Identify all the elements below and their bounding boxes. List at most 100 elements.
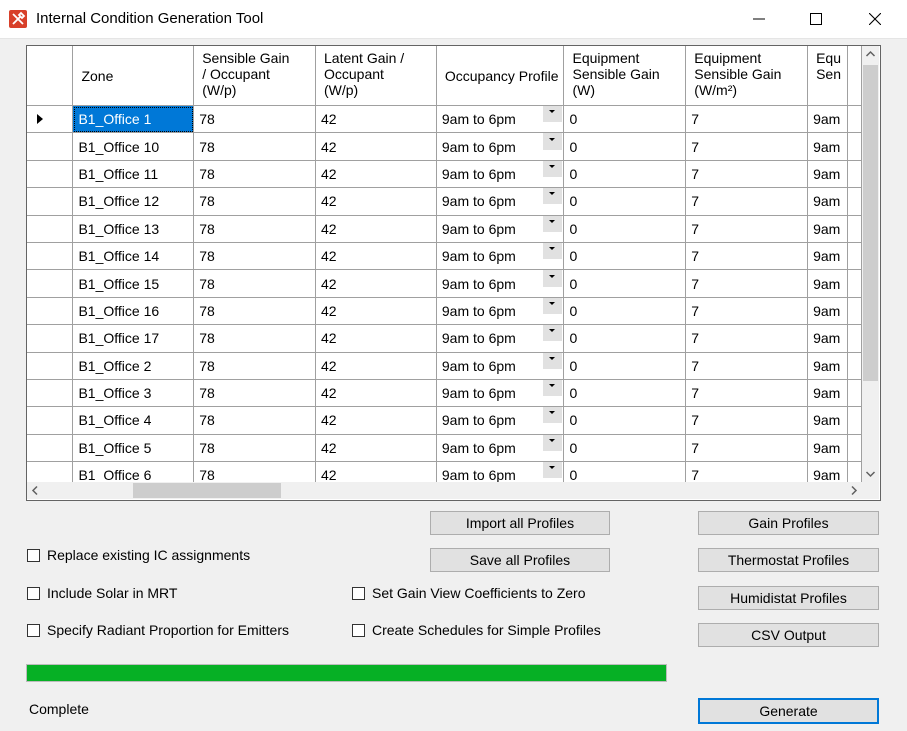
occupancy-profile-dropdown[interactable]: 9am to 6pm [442, 297, 563, 319]
cell-sensible[interactable]: 78 [193, 105, 316, 134]
scroll-right-icon[interactable] [845, 482, 862, 499]
occupancy-profile-dropdown[interactable]: 9am to 6pm [442, 379, 563, 401]
cell-sensible[interactable]: 78 [193, 187, 316, 216]
occupancy-profile-dropdown[interactable]: 9am to 6pm [442, 132, 563, 155]
checkbox-box[interactable] [27, 624, 40, 637]
cell-equip-wm2[interactable]: 7 [685, 242, 809, 271]
cell-equip-w[interactable]: 0 [563, 105, 687, 134]
generate-button[interactable]: Generate [698, 698, 879, 724]
cell-profile[interactable]: 9am to 6pm [436, 215, 565, 243]
cell-profile[interactable]: 9am to 6pm [436, 406, 565, 435]
row-header[interactable] [27, 352, 74, 380]
cell-profile[interactable]: 9am to 6pm [436, 352, 565, 380]
cell-equip-w[interactable]: 0 [563, 352, 687, 380]
chevron-down-icon[interactable] [543, 132, 563, 150]
table-row[interactable]: B1_Office 15 78 42 9am to 6pm 0 7 9am [27, 269, 862, 298]
vertical-scrollbar[interactable] [862, 46, 879, 482]
cell-next[interactable]: 9am [807, 242, 848, 271]
cell-equip-w[interactable]: 0 [563, 187, 687, 216]
cell-zone[interactable]: B1_Office 5 [72, 434, 195, 463]
import-all-profiles-button[interactable]: Import all Profiles [430, 511, 610, 535]
cell-sensible[interactable]: 78 [193, 434, 316, 463]
cell-latent[interactable]: 42 [315, 187, 437, 216]
cell-profile[interactable]: 9am to 6pm [436, 132, 565, 161]
occupancy-profile-dropdown[interactable]: 9am to 6pm [442, 242, 563, 264]
table-row[interactable]: B1_Office 12 78 42 9am to 6pm 0 7 9am [27, 187, 862, 216]
table-row[interactable]: B1_Office 17 78 42 9am to 6pm 0 7 9am [27, 324, 862, 353]
gain-profiles-button[interactable]: Gain Profiles [698, 511, 879, 535]
table-row[interactable]: B1_Office 4 78 42 9am to 6pm 0 7 9am [27, 406, 862, 435]
occupancy-profile-dropdown[interactable]: 9am to 6pm [442, 324, 563, 346]
cell-profile[interactable]: 9am to 6pm [436, 160, 565, 189]
cell-sensible[interactable]: 78 [193, 461, 316, 482]
occupancy-profile-dropdown[interactable]: 9am to 6pm [442, 160, 563, 182]
cell-equip-wm2[interactable]: 7 [685, 132, 809, 161]
horizontal-scrollbar[interactable] [27, 482, 862, 499]
chevron-down-icon[interactable] [543, 242, 563, 260]
checkbox-box[interactable] [27, 549, 40, 562]
column-header[interactable]: Latent Gain / Occupant (W/p) [315, 46, 437, 106]
cell-latent[interactable]: 42 [315, 160, 437, 189]
cell-equip-wm2[interactable]: 7 [685, 324, 809, 353]
cell-equip-w[interactable]: 0 [563, 406, 687, 435]
row-header[interactable] [27, 297, 74, 326]
cell-latent[interactable]: 42 [315, 215, 437, 243]
occupancy-profile-dropdown[interactable]: 9am to 6pm [442, 105, 563, 127]
cell-next[interactable]: 9am [807, 297, 848, 326]
cell-zone[interactable]: B1_Office 2 [72, 352, 195, 380]
cell-sensible[interactable]: 78 [193, 242, 316, 271]
cell-next[interactable]: 9am [807, 379, 848, 408]
scroll-down-icon[interactable] [862, 465, 879, 482]
occupancy-profile-dropdown[interactable]: 9am to 6pm [442, 215, 563, 237]
occupancy-profile-dropdown[interactable]: 9am to 6pm [442, 187, 563, 209]
row-header[interactable] [27, 160, 74, 189]
cell-latent[interactable]: 42 [315, 406, 437, 435]
cell-zone[interactable]: B1_Office 15 [72, 269, 195, 298]
scroll-left-icon[interactable] [27, 482, 44, 499]
cell-equip-w[interactable]: 0 [563, 160, 687, 189]
table-row[interactable]: B1_Office 2 78 42 9am to 6pm 0 7 9am [27, 352, 862, 380]
cell-zone[interactable]: B1_Office 16 [72, 297, 195, 326]
checkbox-box[interactable] [27, 587, 40, 600]
occupancy-profile-dropdown[interactable]: 9am to 6pm [442, 461, 563, 482]
cell-sensible[interactable]: 78 [193, 324, 316, 353]
maximize-button[interactable] [793, 0, 839, 38]
cell-next[interactable]: 9am [807, 269, 848, 298]
cell-next[interactable]: 9am [807, 187, 848, 216]
cell-next[interactable]: 9am [807, 324, 848, 353]
cell-zone[interactable]: B1_Office 13 [72, 215, 195, 243]
cell-equip-wm2[interactable]: 7 [685, 105, 809, 134]
chevron-down-icon[interactable] [543, 461, 563, 479]
cell-profile[interactable]: 9am to 6pm [436, 105, 565, 134]
chevron-down-icon[interactable] [543, 434, 563, 451]
row-header[interactable] [27, 187, 74, 216]
cell-latent[interactable]: 42 [315, 297, 437, 326]
chevron-down-icon[interactable] [543, 406, 563, 424]
cell-latent[interactable]: 42 [315, 242, 437, 271]
table-row[interactable]: B1_Office 5 78 42 9am to 6pm 0 7 9am [27, 434, 862, 463]
row-header[interactable] [27, 105, 74, 134]
occupancy-profile-dropdown[interactable]: 9am to 6pm [442, 434, 563, 456]
cell-sensible[interactable]: 78 [193, 215, 316, 243]
cell-zone[interactable]: B1_Office 14 [72, 242, 195, 271]
checkbox-box[interactable] [352, 624, 365, 637]
cell-zone[interactable]: B1_Office 17 [72, 324, 195, 353]
cell-next[interactable]: 9am [807, 406, 848, 435]
column-header[interactable]: Equ Sen [807, 46, 848, 106]
table-row[interactable]: B1_Office 11 78 42 9am to 6pm 0 7 9am [27, 160, 862, 189]
row-header[interactable] [27, 406, 74, 435]
scroll-up-icon[interactable] [862, 46, 879, 63]
cell-equip-wm2[interactable]: 7 [685, 434, 809, 463]
chevron-down-icon[interactable] [543, 352, 563, 369]
cell-equip-wm2[interactable]: 7 [685, 215, 809, 243]
csv-output-button[interactable]: CSV Output [698, 623, 879, 647]
chevron-down-icon[interactable] [543, 324, 563, 342]
cell-latent[interactable]: 42 [315, 105, 437, 134]
cell-profile[interactable]: 9am to 6pm [436, 434, 565, 463]
table-row[interactable]: B1_Office 16 78 42 9am to 6pm 0 7 9am [27, 297, 862, 326]
cell-equip-wm2[interactable]: 7 [685, 379, 809, 408]
cell-next[interactable]: 9am [807, 160, 848, 189]
cell-latent[interactable]: 42 [315, 379, 437, 408]
cell-profile[interactable]: 9am to 6pm [436, 461, 565, 482]
cell-zone[interactable]: B1_Office 3 [72, 379, 195, 408]
